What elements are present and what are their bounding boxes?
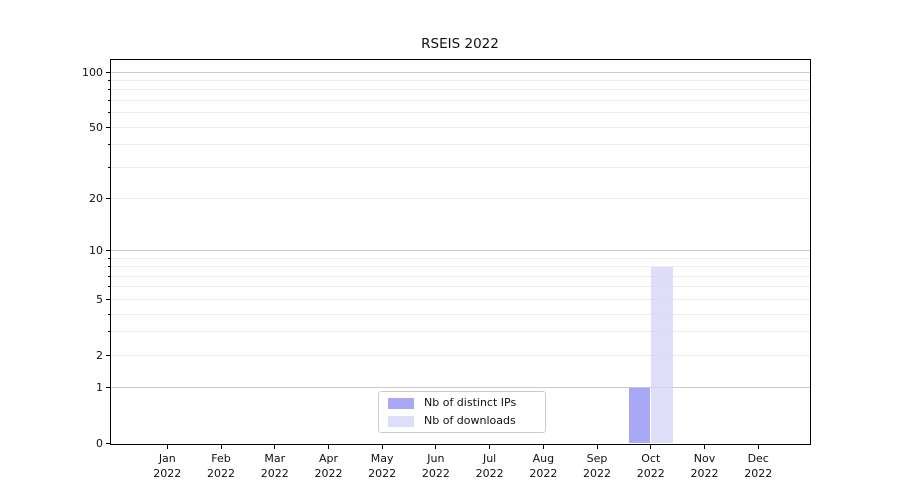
x-tick-label: Oct2022 bbox=[628, 451, 674, 481]
x-tick-label: Sep2022 bbox=[574, 451, 620, 481]
y-tick-label: 1 bbox=[59, 382, 103, 393]
x-tick-mark bbox=[597, 445, 598, 449]
x-tick-month: Feb bbox=[198, 451, 244, 466]
legend-item-distinct-ips: Nb of distinct IPs bbox=[388, 397, 536, 409]
y-tick-label: 0 bbox=[59, 438, 103, 449]
x-tick-year: 2022 bbox=[198, 466, 244, 481]
x-tick-month: Jun bbox=[413, 451, 459, 466]
x-tick-mark bbox=[274, 445, 275, 449]
plot-area bbox=[110, 59, 811, 445]
x-tick-label: Apr2022 bbox=[305, 451, 351, 481]
x-tick-label: Mar2022 bbox=[252, 451, 298, 481]
legend: Nb of distinct IPs Nb of downloads bbox=[378, 391, 546, 433]
x-tick-label: Nov2022 bbox=[682, 451, 728, 481]
x-tick-label: Jan2022 bbox=[144, 451, 190, 481]
x-tick-year: 2022 bbox=[413, 466, 459, 481]
x-tick-mark bbox=[221, 445, 222, 449]
x-tick-mark bbox=[435, 445, 436, 449]
y-tick-label: 100 bbox=[59, 67, 103, 78]
x-tick-label: Dec2022 bbox=[735, 451, 781, 481]
x-tick-year: 2022 bbox=[735, 466, 781, 481]
x-tick-mark bbox=[650, 445, 651, 449]
x-tick-mark bbox=[543, 445, 544, 449]
x-tick-month: Nov bbox=[682, 451, 728, 466]
x-tick-year: 2022 bbox=[520, 466, 566, 481]
y-tick-label: 5 bbox=[59, 294, 103, 305]
x-tick-label: Aug2022 bbox=[520, 451, 566, 481]
x-tick-mark bbox=[382, 445, 383, 449]
legend-item-downloads: Nb of downloads bbox=[388, 415, 536, 427]
chart-title: RSEIS 2022 bbox=[110, 36, 810, 52]
x-tick-month: Apr bbox=[305, 451, 351, 466]
x-tick-month: Jan bbox=[144, 451, 190, 466]
x-tick-month: Oct bbox=[628, 451, 674, 466]
y-tick-label: 20 bbox=[59, 193, 103, 204]
legend-swatch-downloads bbox=[388, 416, 414, 427]
x-tick-month: May bbox=[359, 451, 405, 466]
x-tick-label: Feb2022 bbox=[198, 451, 244, 481]
x-tick-month: Dec bbox=[735, 451, 781, 466]
x-tick-month: Jul bbox=[467, 451, 513, 466]
y-tick-label: 2 bbox=[59, 350, 103, 361]
x-tick-month: Sep bbox=[574, 451, 620, 466]
x-tick-year: 2022 bbox=[144, 466, 190, 481]
x-tick-year: 2022 bbox=[252, 466, 298, 481]
legend-label-downloads: Nb of downloads bbox=[424, 415, 516, 427]
y-tick-label: 10 bbox=[59, 245, 103, 256]
x-tick-label: May2022 bbox=[359, 451, 405, 481]
x-tick-month: Aug bbox=[520, 451, 566, 466]
x-tick-mark bbox=[167, 445, 168, 449]
legend-label-distinct-ips: Nb of distinct IPs bbox=[424, 397, 516, 409]
x-tick-year: 2022 bbox=[574, 466, 620, 481]
x-tick-year: 2022 bbox=[305, 466, 351, 481]
x-tick-year: 2022 bbox=[682, 466, 728, 481]
y-tick-label: 50 bbox=[59, 122, 103, 133]
x-tick-mark bbox=[489, 445, 490, 449]
x-tick-year: 2022 bbox=[359, 466, 405, 481]
x-tick-month: Mar bbox=[252, 451, 298, 466]
legend-swatch-distinct-ips bbox=[388, 398, 414, 409]
x-tick-mark bbox=[328, 445, 329, 449]
x-tick-mark bbox=[704, 445, 705, 449]
x-tick-year: 2022 bbox=[467, 466, 513, 481]
x-tick-label: Jul2022 bbox=[467, 451, 513, 481]
x-tick-mark bbox=[758, 445, 759, 449]
x-tick-label: Jun2022 bbox=[413, 451, 459, 481]
figure: RSEIS 2022 0125102050100Jan2022Feb2022Ma… bbox=[0, 0, 900, 500]
x-tick-year: 2022 bbox=[628, 466, 674, 481]
